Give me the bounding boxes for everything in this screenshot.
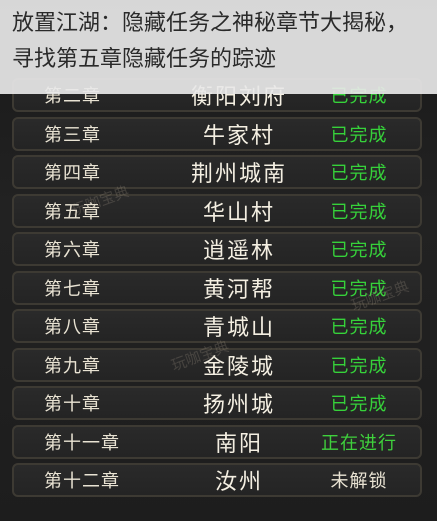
chapter-location: 青城山	[202, 316, 275, 341]
chapter-row[interactable]: 第八章 青城山 已完成	[12, 309, 422, 343]
chapter-row[interactable]: 第九章 金陵城 已完成	[12, 347, 422, 382]
chapter-row[interactable]: 第三章 牛家村 已完成	[12, 116, 422, 151]
chapter-location: 汝州	[214, 470, 263, 495]
chapter-row[interactable]: 第十二章 汝州 未解锁	[12, 463, 422, 497]
chapter-location: 荆州城南	[190, 162, 287, 187]
chapter-location: 黄河帮	[202, 277, 275, 303]
chapter-row[interactable]: 第十章 扬州城 已完成	[12, 386, 422, 420]
chapter-row[interactable]: 第五章 华山村 已完成	[12, 193, 422, 228]
chapter-row[interactable]: 第六章 逍遥林 已完成	[12, 232, 422, 266]
chapter-number: 第七章	[44, 278, 101, 300]
chapter-status: 未解锁	[330, 471, 388, 492]
chapter-row[interactable]: 第七章 黄河帮 已完成	[12, 270, 422, 305]
chapter-status: 已完成	[330, 240, 388, 261]
chapter-status: 已完成	[330, 163, 388, 184]
chapter-number: 第十二章	[44, 471, 120, 492]
chapter-location: 金陵城	[202, 354, 275, 380]
chapter-location: 牛家村	[202, 123, 275, 149]
article-caption: 放置江湖：隐藏任务之神秘章节大揭秘，寻找第五章隐藏任务的踪迹	[0, 0, 437, 94]
chapter-number: 第十章	[44, 394, 101, 415]
chapter-status: 已完成	[330, 317, 388, 338]
chapter-location: 扬州城	[202, 393, 275, 418]
chapter-number: 第六章	[44, 240, 101, 261]
chapter-status: 已完成	[330, 278, 388, 300]
chapter-number: 第五章	[44, 201, 101, 223]
chapter-status: 已完成	[330, 124, 388, 146]
chapter-status: 正在进行	[321, 432, 397, 454]
chapter-row[interactable]: 第四章 荆州城南 已完成	[12, 155, 422, 189]
chapter-number: 第四章	[44, 163, 101, 184]
screenshot: 第二章 衡阳刘府 已完成 第三章 牛家村 已完成 第四章 荆州城南 已完成 第五章 华山村 已完成 第六…	[0, 0, 437, 521]
chapter-number: 第九章	[44, 355, 101, 377]
chapter-status: 已完成	[330, 201, 388, 223]
chapter-number: 第八章	[44, 317, 101, 338]
chapter-location: 南阳	[214, 431, 263, 457]
chapter-row[interactable]: 第十一章 南阳 正在进行	[12, 424, 422, 459]
chapter-location: 逍遥林	[202, 239, 275, 264]
chapter-location: 华山村	[202, 200, 275, 226]
chapter-status: 已完成	[330, 355, 388, 377]
chapter-number: 第三章	[44, 124, 101, 146]
chapter-status: 已完成	[330, 394, 388, 415]
chapter-number: 第十一章	[44, 432, 120, 454]
